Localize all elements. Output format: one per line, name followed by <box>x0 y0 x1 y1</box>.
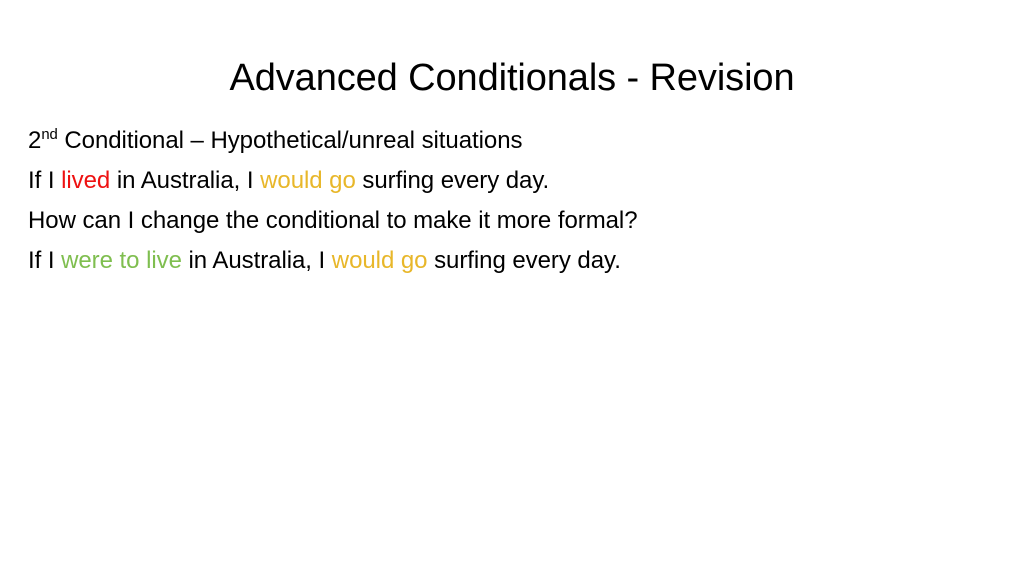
line-4-example-formal-seg-3: in Australia, I <box>181 247 332 274</box>
line-1-conditional-type-seg-2: nd <box>41 127 58 143</box>
line-3-question-seg-1: How can I change the conditional to make… <box>28 207 638 234</box>
line-2-example-informal-seg-5: surfing every day. <box>355 167 550 194</box>
line-4-example-formal-seg-4: would go <box>331 247 428 274</box>
line-2-example-informal: If I lived in Australia, I would go surf… <box>28 161 988 201</box>
page-title: Advanced Conditionals - Revision <box>229 57 795 99</box>
line-1-conditional-type: 2nd Conditional – Hypothetical/unreal si… <box>28 121 988 161</box>
line-2-example-informal-seg-4: would go <box>260 167 356 194</box>
line-3-question: How can I change the conditional to make… <box>28 201 988 241</box>
slide-canvas: Advanced Conditionals - Revision 2nd Con… <box>0 0 1024 576</box>
line-4-example-formal-seg-1: If I <box>28 247 62 274</box>
line-4-example-formal: If I were to live in Australia, I would … <box>28 241 988 281</box>
slide-body: 2nd Conditional – Hypothetical/unreal si… <box>28 121 988 281</box>
line-2-example-informal-seg-3: in Australia, I <box>110 167 261 194</box>
line-4-example-formal-seg-5: surfing every day. <box>427 247 621 274</box>
line-2-example-informal-seg-1: If I <box>28 167 62 194</box>
line-4-example-formal-seg-2: were to live <box>61 247 182 274</box>
line-1-conditional-type-seg-3: Conditional – Hypothetical/unreal situat… <box>57 127 523 154</box>
line-2-example-informal-seg-2: lived <box>61 167 111 194</box>
line-1-conditional-type-seg-1: 2 <box>28 127 42 154</box>
